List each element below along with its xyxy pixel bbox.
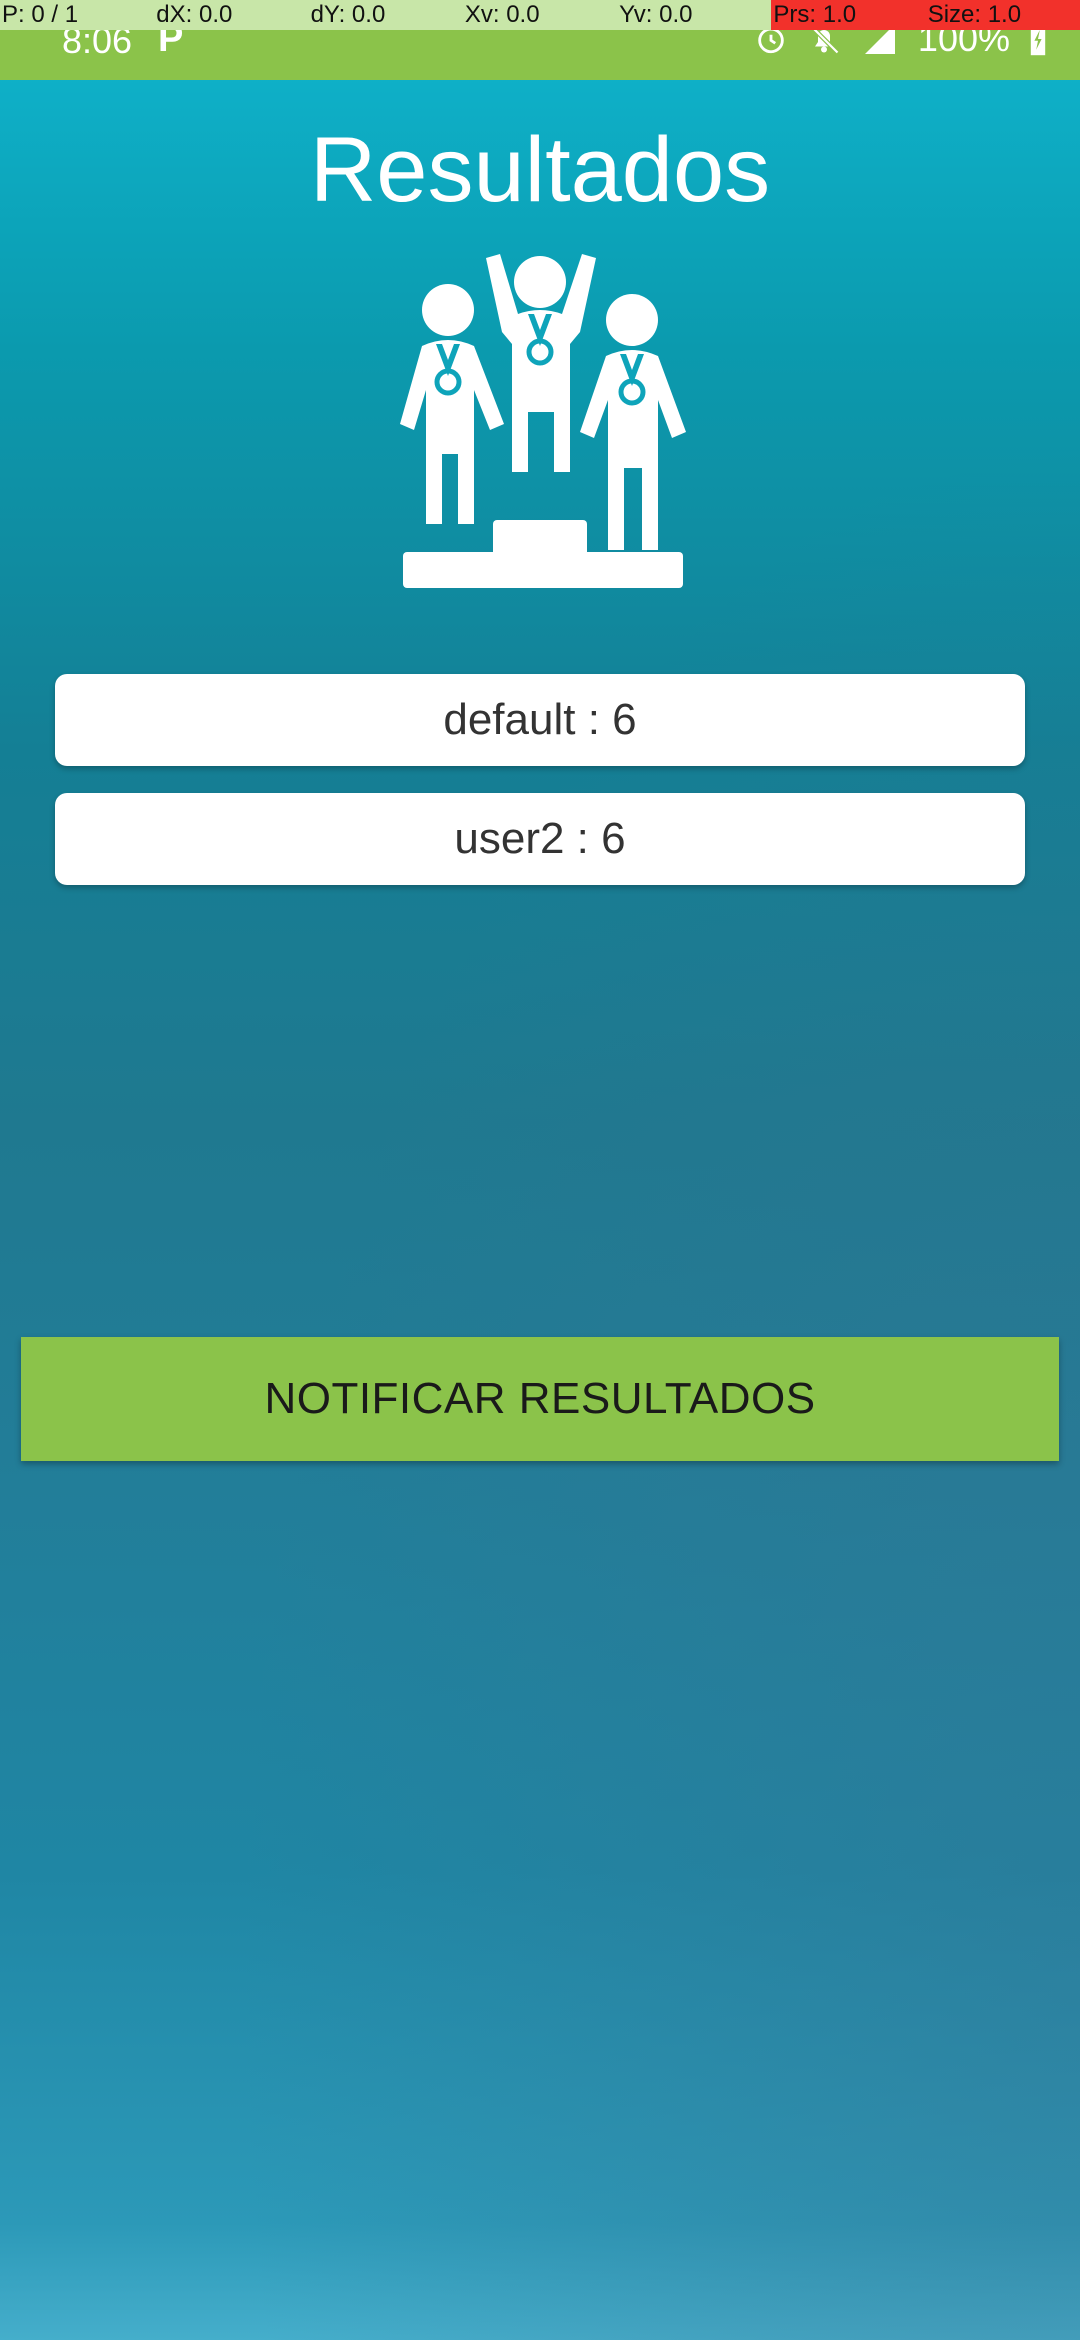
pointer-xv: Xv: 0.0 [464, 1, 540, 28]
pointer-dy: dY: 0.0 [310, 1, 386, 28]
pointer-yv: Yv: 0.0 [619, 1, 693, 28]
pointer-location-overlay: P: 0 / 1 dX: 0.0 dY: 0.0 Xv: 0.0 Yv: 0.0… [0, 0, 1080, 30]
podium-winners-icon [378, 248, 702, 588]
notify-results-button[interactable]: NOTIFICAR RESULTADOS [21, 1337, 1059, 1461]
pointer-count: P: 0 / 1 [2, 1, 79, 28]
pointer-dx: dX: 0.0 [156, 1, 233, 28]
page-title: Resultados [309, 119, 771, 221]
pointer-pressure: Prs: 1.0 [771, 0, 926, 30]
result-item-user2: user2 : 6 [55, 793, 1025, 885]
result-item-default: default : 6 [55, 674, 1025, 766]
pointer-size: Size: 1.0 [925, 0, 1080, 30]
